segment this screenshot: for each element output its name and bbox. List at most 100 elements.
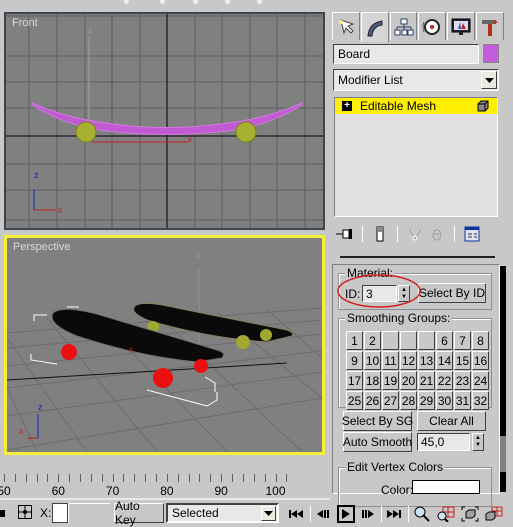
toolbar-tick	[257, 0, 262, 4]
modifier-list-dropdown-button[interactable]	[481, 71, 497, 89]
zoom-extents-all-button[interactable]	[483, 505, 505, 523]
smoothing-group-button[interactable]: 30	[436, 391, 453, 410]
modifier-list-dropdown[interactable]: Modifier List	[333, 69, 499, 91]
perspective-axis-line	[7, 362, 288, 381]
toolbar-tick	[193, 0, 198, 4]
smoothing-group-button[interactable]: 23	[454, 371, 471, 390]
smoothing-group-button[interactable]: 24	[472, 371, 489, 390]
spinner-down-icon[interactable]: ▼	[475, 442, 481, 449]
pin-stack-button[interactable]	[334, 224, 356, 244]
perspective-viewport-label[interactable]: Perspective	[13, 241, 70, 253]
previous-frame-button[interactable]	[313, 505, 335, 523]
utilities-icon	[482, 19, 499, 36]
smoothing-group-button[interactable]	[418, 331, 435, 350]
stack-item-editable-mesh[interactable]: + Editable Mesh	[335, 98, 497, 114]
smoothing-group-button[interactable]: 19	[382, 371, 399, 390]
object-color-swatch[interactable]	[483, 44, 499, 63]
go-to-start-button[interactable]	[286, 505, 308, 523]
perspective-viewport[interactable]: z x z x Perspective	[4, 235, 325, 455]
smoothing-group-button[interactable]: 28	[400, 391, 417, 410]
auto-smooth-spinner[interactable]: ▲ ▼	[472, 433, 484, 451]
smoothing-group-button[interactable]: 6	[436, 331, 453, 350]
smoothing-group-button[interactable]: 21	[418, 371, 435, 390]
play-button[interactable]	[337, 504, 355, 523]
display-icon	[451, 18, 471, 35]
smoothing-group-button[interactable]: 27	[382, 391, 399, 410]
smoothing-group-button[interactable]: 8	[472, 331, 489, 350]
x-coordinate-field[interactable]	[52, 503, 68, 523]
smoothing-group-button[interactable]: 22	[436, 371, 453, 390]
key-filter-dropdown-button[interactable]	[261, 506, 276, 521]
spinner-up-icon[interactable]: ▲	[475, 435, 481, 442]
auto-smooth-button[interactable]: Auto Smooth	[343, 432, 412, 452]
timeline-frame-label: 70	[105, 484, 120, 498]
lock-selection-icon[interactable]	[0, 505, 6, 519]
smoothing-group-button[interactable]	[382, 331, 399, 350]
hierarchy-icon	[394, 18, 414, 35]
perspective-viewport-canvas: z x z x	[7, 251, 322, 452]
tab-modify[interactable]	[360, 12, 389, 42]
world-x-label: x	[58, 205, 63, 215]
vertex-color-swatch[interactable]	[412, 480, 480, 494]
smoothing-group-button[interactable]: 31	[454, 391, 471, 410]
smoothing-group-button[interactable]: 1	[346, 331, 363, 350]
tab-motion[interactable]	[418, 12, 447, 40]
smoothing-groups-grid: 1 2 6 7 8 9 10 11 12 13 14 15 16 17 18 19 20 21 22 23 24 25 26…	[346, 331, 489, 410]
pivot-x-label: x	[188, 135, 192, 144]
smoothing-group-button[interactable]: 15	[454, 351, 471, 370]
smoothing-group-button[interactable]: 9	[346, 351, 363, 370]
timeline-tick	[177, 474, 179, 482]
select-by-sg-button[interactable]: Select By SG	[342, 411, 413, 431]
tab-utilities[interactable]	[476, 12, 504, 40]
smoothing-group-button[interactable]: 16	[472, 351, 489, 370]
zoom-button[interactable]	[411, 505, 433, 523]
smoothing-group-button[interactable]	[400, 331, 417, 350]
smoothing-group-button[interactable]: 29	[418, 391, 435, 410]
key-filter-dropdown[interactable]: Selected	[166, 503, 279, 523]
auto-key-button[interactable]: Auto Key	[114, 499, 164, 527]
show-end-result-icon	[376, 226, 384, 242]
clear-all-button[interactable]: Clear All	[417, 411, 486, 431]
smoothing-group-button[interactable]: 12	[400, 351, 417, 370]
smoothing-group-button[interactable]: 25	[346, 391, 363, 410]
timeline-ruler[interactable]: 50 60 70 80 90 100	[0, 472, 290, 500]
timeline-tick	[134, 474, 136, 482]
expand-icon[interactable]: +	[342, 101, 352, 111]
next-frame-button[interactable]	[357, 505, 379, 523]
motion-icon	[422, 18, 441, 35]
smoothing-group-button[interactable]: 10	[364, 351, 381, 370]
playback-controls	[286, 504, 513, 523]
go-to-end-button[interactable]	[384, 505, 406, 523]
smoothing-group-button[interactable]: 7	[454, 331, 471, 350]
absolute-mode-toggle[interactable]	[18, 505, 32, 519]
auto-smooth-threshold-field[interactable]: 45,0	[417, 433, 470, 451]
select-by-id-button[interactable]: Select By ID	[418, 283, 486, 303]
tab-hierarchy[interactable]	[389, 12, 418, 40]
smoothing-group-button[interactable]: 17	[346, 371, 363, 390]
stack-tools	[334, 224, 498, 244]
zoom-extents-button[interactable]	[459, 505, 481, 523]
modifier-stack[interactable]: + Editable Mesh	[334, 97, 498, 217]
smoothing-group-button[interactable]: 18	[364, 371, 381, 390]
coordinate-panel	[68, 503, 110, 523]
tab-create[interactable]	[332, 12, 360, 40]
timeline-tick	[101, 474, 103, 482]
zoom-all-button[interactable]	[435, 505, 457, 523]
world-x-label: x	[19, 426, 24, 436]
smoothing-group-button[interactable]: 26	[364, 391, 381, 410]
smoothing-group-button[interactable]: 2	[364, 331, 381, 350]
smoothing-group-button[interactable]: 11	[382, 351, 399, 370]
edit-vertex-colors-title: Edit Vertex Colors	[345, 460, 446, 474]
smoothing-group-button[interactable]: 14	[436, 351, 453, 370]
object-name-field[interactable]: Board	[333, 44, 479, 64]
show-end-result-button[interactable]	[369, 224, 391, 244]
smoothing-group-button[interactable]: 32	[472, 391, 489, 410]
configure-modifier-sets-button[interactable]	[461, 224, 483, 244]
smoothing-group-button[interactable]: 13	[418, 351, 435, 370]
smoothing-group-button[interactable]: 20	[400, 371, 417, 390]
tab-display[interactable]	[447, 12, 476, 40]
scrollbar-thumb[interactable]	[500, 436, 506, 472]
timeline-tick	[80, 474, 82, 482]
front-viewport-label[interactable]: Front	[12, 17, 38, 29]
front-viewport[interactable]: z x z x Front	[4, 12, 325, 230]
